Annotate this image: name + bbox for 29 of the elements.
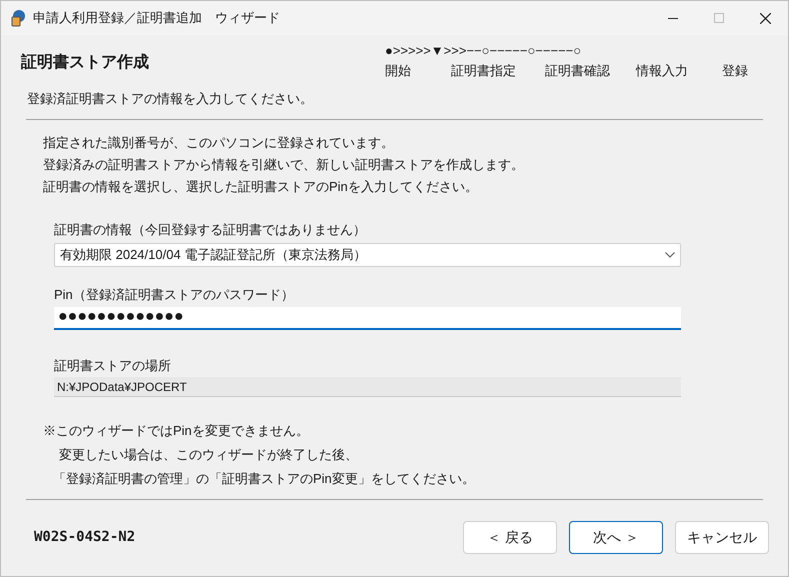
step-label: 証明書指定 bbox=[451, 63, 516, 78]
wizard-button[interactable]: キャンセル bbox=[675, 521, 769, 554]
close-icon bbox=[760, 12, 770, 24]
note-text: 変更したい場合は、このウィザードが終了した後、 bbox=[59, 446, 359, 464]
step-label: 情報入力 bbox=[636, 63, 688, 78]
wizard-button[interactable]: 次へ ＞ bbox=[569, 521, 663, 554]
page-title: 証明書ストア作成 bbox=[21, 52, 150, 73]
wizard-button[interactable]: ＜ 戻る bbox=[463, 521, 557, 554]
intro-text: 登録済みの証明書ストアから情報を引継いで、新しい証明書ストアを作成します。 bbox=[43, 156, 525, 174]
location-field: N:¥JPOData¥JPOCERT bbox=[54, 377, 681, 397]
note-text: ※このウィザードではPinを変更できません。 bbox=[43, 422, 310, 440]
field-label: 証明書ストアの場所 bbox=[54, 356, 172, 374]
chevron-down-icon bbox=[665, 252, 675, 258]
step-label: 登録 bbox=[722, 63, 748, 78]
progress-indicator: ●>>>>>▼>>>−−○−−−−−○−−−−−○ bbox=[385, 43, 582, 59]
field-label: 証明書の情報（今回登録する証明書ではありません） bbox=[54, 220, 367, 238]
pin-field[interactable]: ●●●●●●●●●●●●● bbox=[54, 306, 681, 330]
intro-text: 証明書の情報を選択し、選択した証明書ストアのPinを入力してください。 bbox=[43, 178, 479, 196]
step-label: 証明書確認 bbox=[545, 63, 610, 78]
window-title: 申請人利用登録／証明書追加 ウィザード bbox=[33, 9, 280, 28]
note-text: 「登録済証明書の管理」の「証明書ストアのPin変更」をしてください。 bbox=[53, 470, 476, 488]
page-subtitle: 登録済証明書ストアの情報を入力してください。 bbox=[27, 90, 313, 108]
maximize-icon bbox=[714, 13, 724, 23]
app-icon bbox=[9, 9, 27, 27]
certificate-dropdown[interactable]: 有効期限 2024/10/04 電子認証登記所（東京法務局） bbox=[54, 243, 681, 267]
intro-text: 指定された識別番号が、このパソコンに登録されています。 bbox=[43, 134, 395, 152]
field-label: Pin（登録済証明書ストアのパスワード） bbox=[54, 286, 295, 304]
screen-code: W02S-04S2-N2 bbox=[34, 528, 136, 547]
step-label: 開始 bbox=[385, 63, 411, 78]
